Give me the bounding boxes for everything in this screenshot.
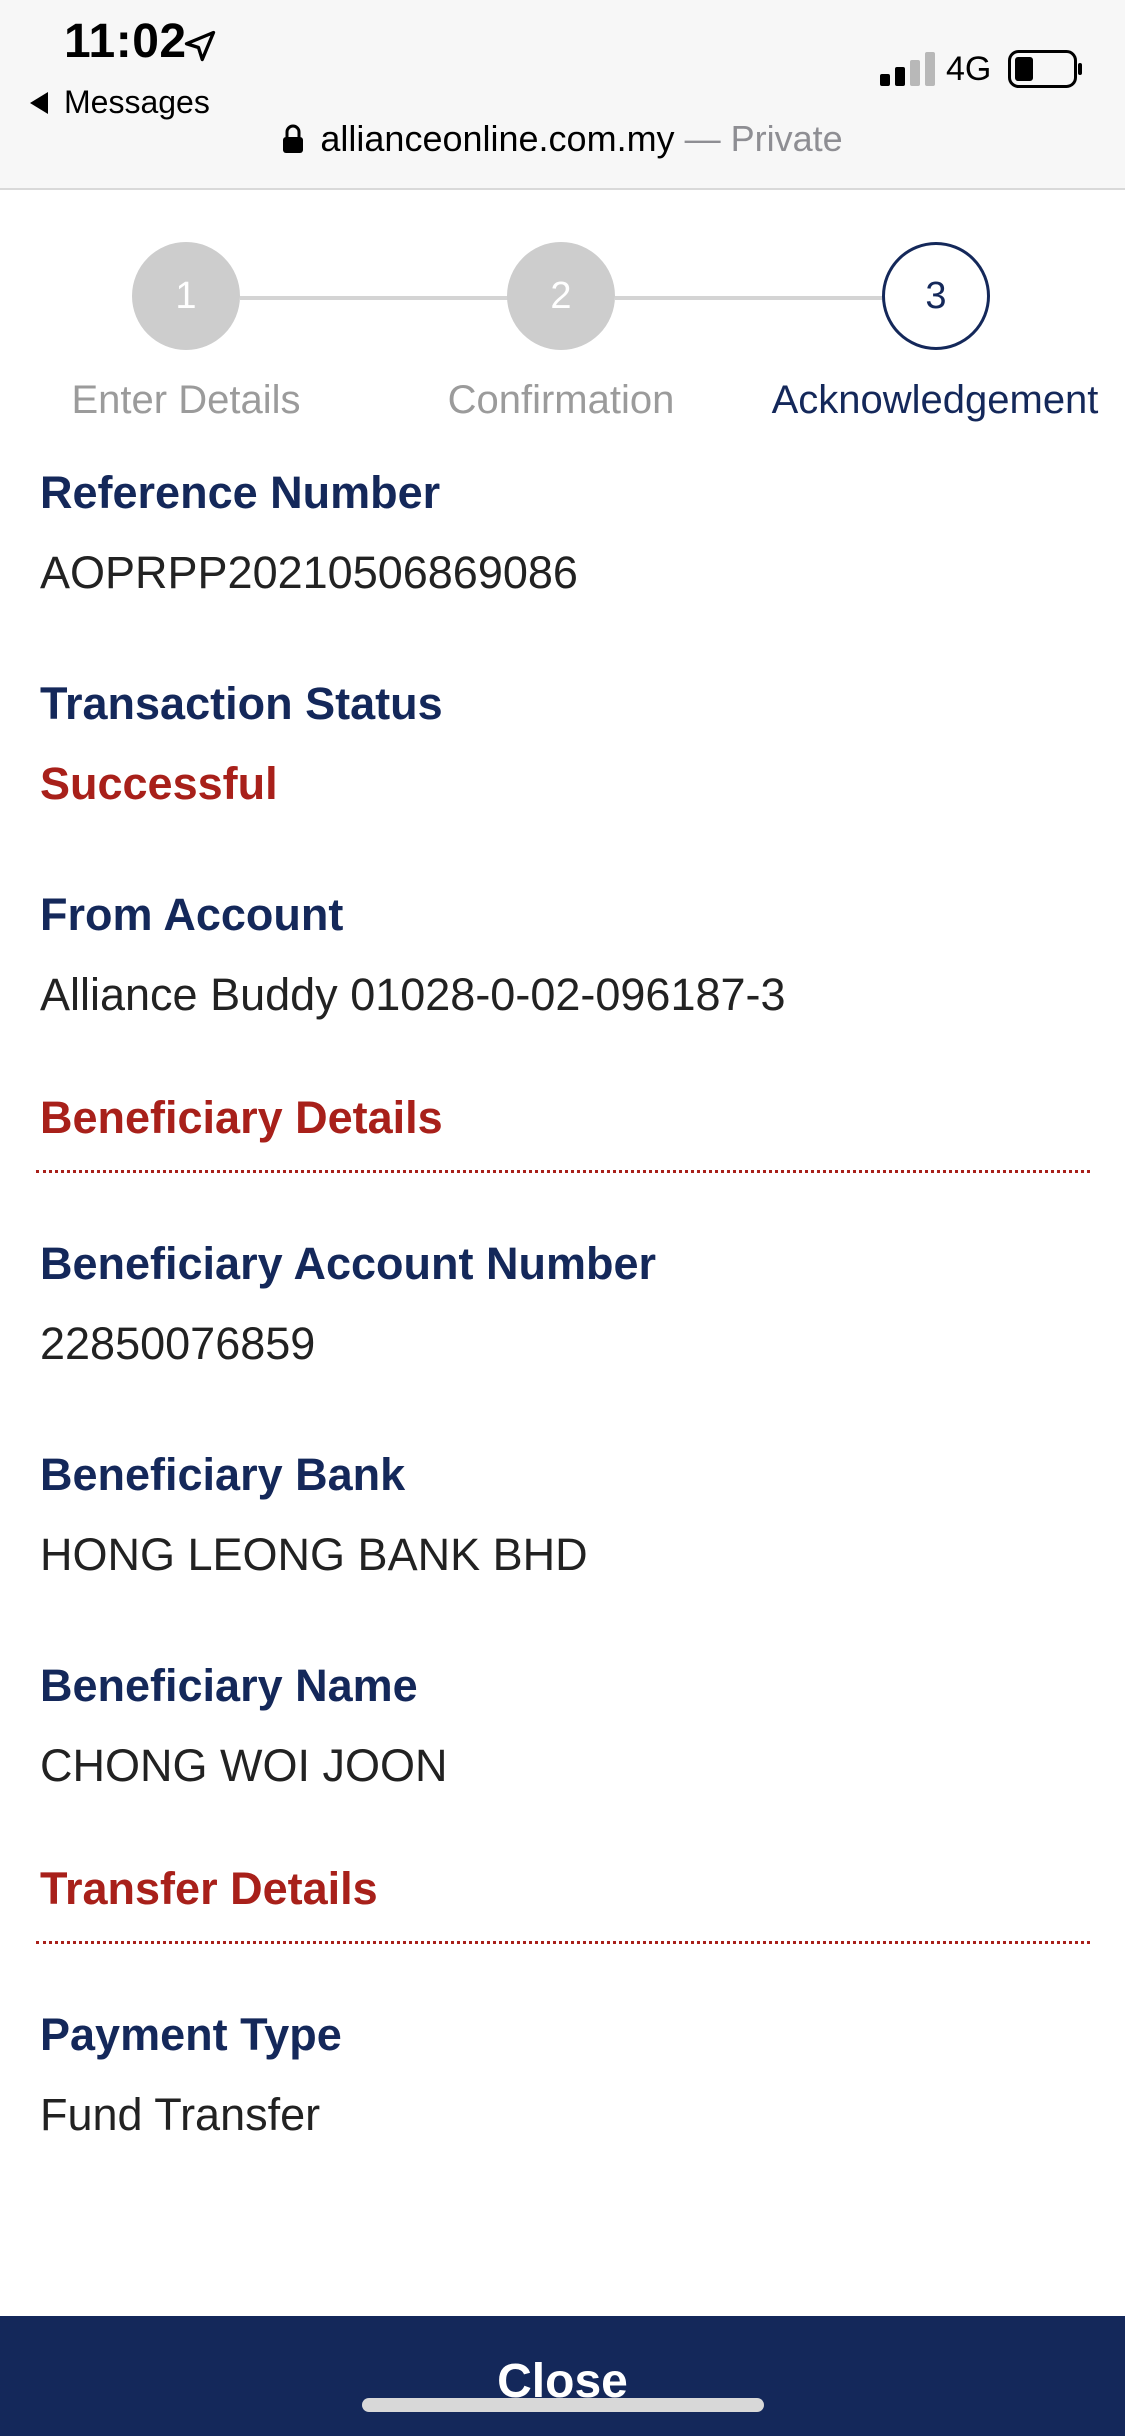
lock-icon <box>283 124 304 153</box>
beneficiary-bank-label: Beneficiary Bank <box>40 1449 406 1500</box>
step-1-label: Enter Details <box>71 378 301 422</box>
url-bar[interactable]: allianceonline.com.my — Private <box>0 118 1125 160</box>
from-account-field: From Account Alliance Buddy 01028-0-02-0… <box>40 892 1090 1017</box>
beneficiary-account-field: Beneficiary Account Number 22850076859 <box>40 1241 1090 1366</box>
browser-header: 11:02 Messages 4G allianceonline.com.my … <box>0 0 1125 190</box>
status-label: Transaction Status <box>40 678 443 729</box>
step-1-circle: 1 <box>132 242 240 350</box>
step-3-circle: 3 <box>882 242 990 350</box>
reference-field: Reference Number AOPRPP20210506869086 <box>40 470 1090 595</box>
step-2-label: Confirmation <box>447 378 675 422</box>
signal-icon <box>880 52 935 86</box>
section-divider <box>36 1170 1090 1173</box>
progress-stepper: 1 2 3 Enter Details Confirmation Acknowl… <box>0 240 1125 440</box>
section-divider <box>36 1941 1090 1944</box>
beneficiary-name-value: CHONG WOI JOON <box>40 1740 448 1791</box>
beneficiary-section-title: Beneficiary Details <box>40 1092 443 1143</box>
status-value: Successful <box>40 758 278 809</box>
payment-type-label: Payment Type <box>40 2009 342 2060</box>
step-connector <box>240 296 510 300</box>
status-field: Transaction Status Successful <box>40 681 1090 806</box>
url-domain: allianceonline.com.my <box>320 118 675 159</box>
beneficiary-name-label: Beneficiary Name <box>40 1660 418 1711</box>
location-arrow-icon <box>184 30 216 62</box>
beneficiary-account-label: Beneficiary Account Number <box>40 1238 656 1289</box>
payment-type-value: Fund Transfer <box>40 2089 321 2140</box>
transfer-section-title: Transfer Details <box>40 1863 378 1914</box>
battery-icon <box>1008 50 1082 88</box>
beneficiary-bank-field: Beneficiary Bank HONG LEONG BANK BHD <box>40 1452 1090 1577</box>
home-indicator[interactable] <box>362 2398 764 2412</box>
back-to-messages-link[interactable]: Messages <box>30 84 210 121</box>
step-3-label: Acknowledgement <box>771 378 1099 422</box>
beneficiary-name-field: Beneficiary Name CHONG WOI JOON <box>40 1663 1090 1788</box>
private-label: — Private <box>684 118 843 159</box>
back-triangle-icon <box>30 91 48 114</box>
from-account-label: From Account <box>40 889 344 940</box>
reference-label: Reference Number <box>40 467 441 518</box>
step-2-circle: 2 <box>507 242 615 350</box>
network-type: 4G <box>946 50 992 88</box>
status-time: 11:02 <box>64 15 187 68</box>
from-account-value: Alliance Buddy 01028-0-02-096187-3 <box>40 969 786 1020</box>
acknowledgement-content: Reference Number AOPRPP20210506869086 Tr… <box>36 470 1090 2223</box>
back-app-label: Messages <box>64 84 210 120</box>
beneficiary-bank-value: HONG LEONG BANK BHD <box>40 1529 588 1580</box>
reference-value: AOPRPP20210506869086 <box>40 547 578 598</box>
step-connector <box>615 296 885 300</box>
beneficiary-account-value: 22850076859 <box>40 1318 316 1369</box>
close-button[interactable]: Close <box>0 2316 1125 2436</box>
payment-type-field: Payment Type Fund Transfer <box>40 2012 1090 2137</box>
